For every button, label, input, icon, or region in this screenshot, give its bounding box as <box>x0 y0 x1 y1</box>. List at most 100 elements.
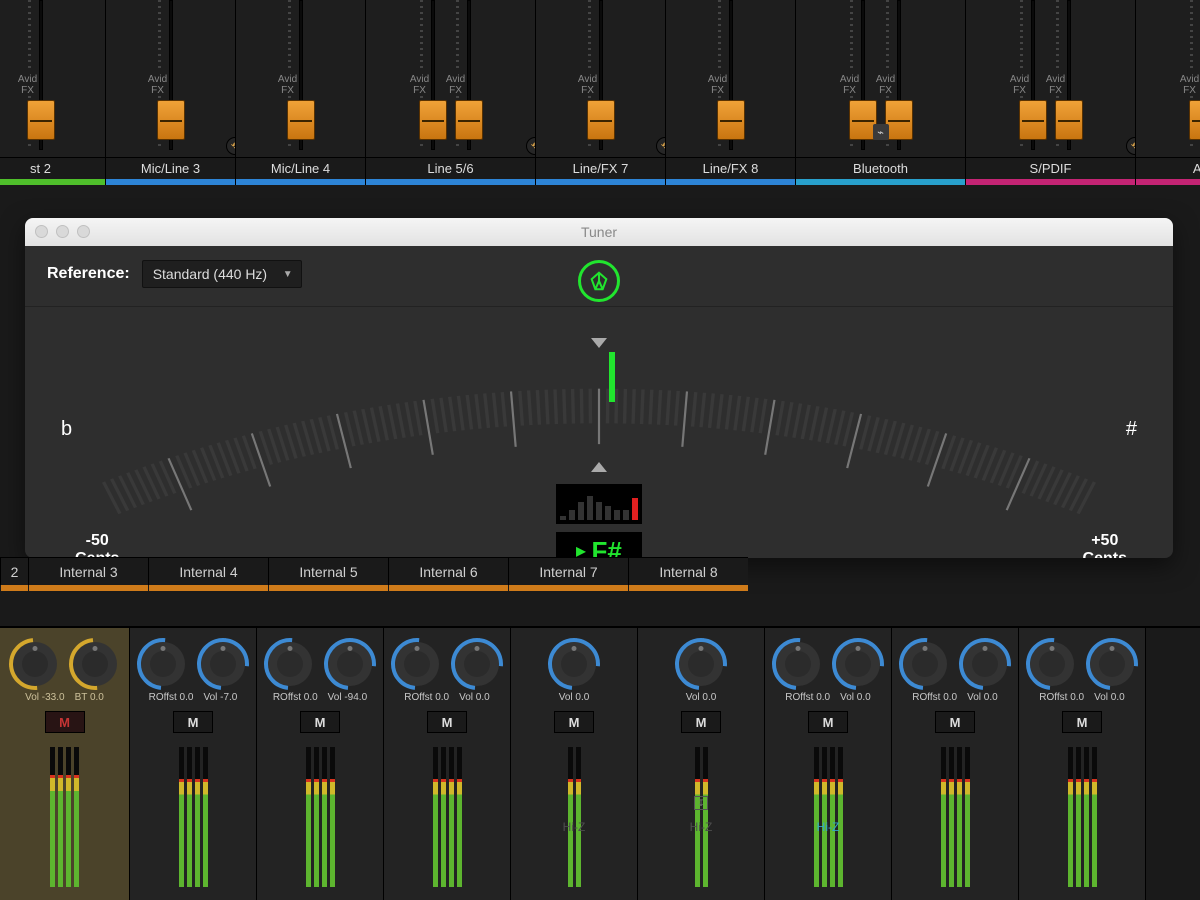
roffset-knob[interactable] <box>395 642 439 686</box>
param-label: Vol -94.0 <box>328 692 367 703</box>
internal-channel-label[interactable]: Internal 3 <box>28 557 148 585</box>
vol-knob[interactable] <box>679 642 723 686</box>
arrow-up-icon <box>591 462 607 472</box>
bt-knob[interactable] <box>73 642 117 686</box>
fader[interactable]: Avid FX <box>722 0 740 150</box>
play-icon: ▶ <box>576 544 585 558</box>
arrow-down-icon[interactable]: ↧ <box>694 796 708 810</box>
fader-cap[interactable] <box>587 100 615 140</box>
sharp-symbol: # <box>1126 418 1137 441</box>
vol-knob[interactable] <box>455 642 499 686</box>
mute-button[interactable]: M <box>1062 711 1102 733</box>
mute-button[interactable]: M <box>808 711 848 733</box>
roffset-knob[interactable] <box>1030 642 1074 686</box>
vol-knob[interactable] <box>13 642 57 686</box>
roffset-knob[interactable] <box>776 642 820 686</box>
internal-channel-label[interactable]: Internal 4 <box>148 557 268 585</box>
param-label: ROffst 0.0 <box>912 692 957 703</box>
internal-channel-label[interactable]: Internal 5 <box>268 557 388 585</box>
mute-button[interactable]: M <box>427 711 467 733</box>
internal-channel-label[interactable]: Internal 8 <box>628 557 748 585</box>
channel-label[interactable]: S/PDIF <box>966 157 1135 179</box>
channel-color-stripe <box>366 179 535 185</box>
mute-button[interactable]: M <box>935 711 975 733</box>
channel-color-stripe <box>666 179 795 185</box>
fader-cap[interactable] <box>27 100 55 140</box>
avid-fx-label: Avid FX <box>1044 74 1068 96</box>
roffset-knob[interactable] <box>268 642 312 686</box>
param-label: BT 0.0 <box>75 692 104 703</box>
mute-button[interactable]: M <box>173 711 213 733</box>
channel-label[interactable]: Mic/Line 4 <box>236 157 365 179</box>
vol-knob[interactable] <box>836 642 880 686</box>
hi-z-button[interactable]: Hi-Z <box>817 820 840 834</box>
fader-cap[interactable] <box>419 100 447 140</box>
tuner-titlebar[interactable]: Tuner <box>25 218 1173 246</box>
channel-label[interactable]: Line/FX 8 <box>666 157 795 179</box>
fader[interactable]: Avid FX <box>1060 0 1078 150</box>
fader[interactable]: Avid FX <box>1024 0 1042 150</box>
level-meter <box>933 747 977 887</box>
fader[interactable]: Avid FX <box>1194 0 1200 150</box>
fader[interactable]: Avid FX <box>162 0 180 150</box>
fader[interactable]: Avid FX <box>460 0 478 150</box>
vol-knob[interactable] <box>201 642 245 686</box>
fader-cap[interactable] <box>287 100 315 140</box>
zoom-icon[interactable] <box>77 225 90 238</box>
vol-knob[interactable] <box>552 642 596 686</box>
param-label: ROffst 0.0 <box>785 692 830 703</box>
fader[interactable]: Avid FX <box>592 0 610 150</box>
roffset-knob[interactable] <box>903 642 947 686</box>
internal-channel-row: 2Internal 3Internal 4Internal 5Internal … <box>0 557 748 591</box>
channel-label[interactable]: Line/FX 7 <box>536 157 665 179</box>
fader-cap[interactable] <box>455 100 483 140</box>
mute-button[interactable]: M <box>45 711 85 733</box>
channel-label[interactable]: st 2 <box>0 157 105 179</box>
fader-cap[interactable] <box>717 100 745 140</box>
fader-cap[interactable] <box>1189 100 1200 140</box>
fader[interactable]: Avid FX <box>32 0 50 150</box>
close-icon[interactable] <box>35 225 48 238</box>
channel-label[interactable]: Mic/Line 3 <box>106 157 235 179</box>
param-label: Vol -7.0 <box>203 692 237 703</box>
avid-fx-label: Avid FX <box>276 74 300 96</box>
mute-button[interactable]: M <box>300 711 340 733</box>
internal-channel-label[interactable]: 2 <box>0 557 28 585</box>
vol-knob[interactable] <box>1090 642 1134 686</box>
fader-cap[interactable] <box>157 100 185 140</box>
fader[interactable]: Avid FX <box>854 0 872 150</box>
fader[interactable]: Avid FX <box>424 0 442 150</box>
channel-label[interactable]: Line 5/6 <box>366 157 535 179</box>
bluetooth-icon: ⌁ <box>873 124 889 140</box>
mute-button[interactable]: M <box>681 711 721 733</box>
channel-color-stripe <box>536 179 665 185</box>
output-strip: ROffst 0.0Vol -94.0M <box>257 628 384 900</box>
channel-color-stripe <box>966 179 1135 185</box>
avid-fx-label: Avid FX <box>408 74 432 96</box>
param-label: Vol -33.0 <box>25 692 64 703</box>
minimize-icon[interactable] <box>56 225 69 238</box>
reference-select[interactable]: Standard (440 Hz) ▼ <box>142 260 302 288</box>
tuner-note: F# <box>591 536 621 559</box>
mute-button[interactable]: M <box>554 711 594 733</box>
vol-knob[interactable] <box>963 642 1007 686</box>
avid-fx-label: Avid FX <box>444 74 468 96</box>
fader[interactable]: Avid FX <box>292 0 310 150</box>
internal-channel-label[interactable]: Internal 6 <box>388 557 508 585</box>
avid-fx-label: Avid FX <box>1008 74 1032 96</box>
param-label: Vol 0.0 <box>840 692 871 703</box>
fader[interactable]: Avid FX <box>890 0 908 150</box>
channel-label[interactable]: Bluetooth <box>796 157 965 179</box>
hi-z-button[interactable]: Hi-Z <box>563 820 586 834</box>
vol-knob[interactable] <box>328 642 372 686</box>
fader-cap[interactable] <box>1019 100 1047 140</box>
hi-z-button[interactable]: Hi-Z <box>690 820 713 834</box>
fader-cap[interactable] <box>1055 100 1083 140</box>
window-controls[interactable] <box>35 225 90 238</box>
roffset-knob[interactable] <box>141 642 185 686</box>
param-label: ROffst 0.0 <box>404 692 449 703</box>
channel-label[interactable]: ADAT 1/2 <box>1136 157 1200 179</box>
fader-cap[interactable] <box>885 100 913 140</box>
internal-channel-label[interactable]: Internal 7 <box>508 557 628 585</box>
avid-fx-label: Avid FX <box>576 74 600 96</box>
